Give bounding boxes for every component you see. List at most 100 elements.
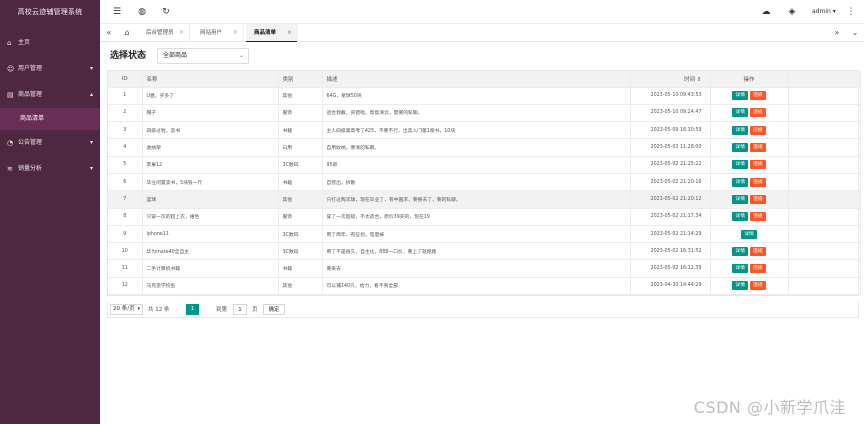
tabs-next-icon[interactable]: » (830, 24, 844, 42)
home-tab-icon[interactable]: ⌂ (120, 24, 134, 42)
column-header-id[interactable]: ID (108, 71, 143, 88)
tag-icon[interactable]: ◈ (785, 5, 799, 19)
page-1-button[interactable]: 1 (186, 304, 199, 315)
cell-empty (788, 121, 861, 140)
violation-button[interactable]: 违规 (750, 91, 766, 101)
sidebar-item-user-management[interactable]: ☺ 用户管理 ▾ (0, 56, 100, 82)
violation-button[interactable]: 违规 (750, 108, 766, 118)
table-row: 4 收纳架 日用 自用收纳，要清的私聊。 2023-05-03 11:28:00 详情 违规 (108, 138, 861, 157)
violation-button[interactable]: 违规 (750, 281, 766, 291)
app-root: 高校云迹辅管理系统 ⌂ 主页 ☺ 用户管理 ▾ ▤ 商品管理 ▴ 商品清单 ◔ … (0, 0, 864, 424)
cell-time: 2023-04-30 14:44:29 (630, 277, 711, 296)
detail-button[interactable]: 详情 (732, 91, 748, 101)
theme-icon[interactable]: ☁ (759, 5, 773, 19)
column-header-name[interactable]: 名称 (142, 71, 279, 88)
cell-id: 9 (108, 225, 143, 244)
detail-button[interactable]: 详情 (732, 246, 748, 256)
sidebar-item-home[interactable]: ⌂ 主页 (0, 30, 100, 56)
total-count: 共 12 条 (148, 307, 170, 313)
violation-button[interactable]: 违规 (750, 160, 766, 170)
violation-button[interactable]: 违规 (750, 246, 766, 256)
column-header-description[interactable]: 描述 (322, 71, 631, 88)
more-icon[interactable]: ⋮ (844, 5, 858, 19)
cell-description: 用了两年，有些划，电量掉 (322, 225, 631, 244)
next-page-button[interactable]: › (204, 302, 206, 318)
goto-confirm-button[interactable]: 确定 (263, 304, 285, 315)
detail-button[interactable]: 详情 (732, 108, 748, 118)
table-row: 9 iphone11 3C数码 用了两年，有些划，电量掉 2023-05-02 21:1… (108, 225, 861, 244)
tab-admin[interactable]: 后台管理员 × (138, 24, 190, 42)
user-menu[interactable]: admin ▾ (812, 0, 836, 24)
violation-button[interactable]: 违规 (750, 125, 766, 135)
table-header-row: ID 名称 类别 描述 时间 ⇕ 操作 (108, 71, 861, 88)
sidebar-item-goods-management[interactable]: ▤ 商品管理 ▴ (0, 82, 100, 108)
cell-empty (788, 156, 861, 174)
close-icon[interactable]: × (179, 24, 184, 42)
violation-button[interactable]: 违规 (750, 177, 766, 187)
goto-page-input[interactable]: 1 (233, 304, 247, 315)
cell-category: 3C数码 (278, 225, 323, 244)
cell-description: 自用收纳，要清的私聊。 (322, 138, 631, 157)
tabs-bar: « ⌂ 后台管理员 × 网站用户 × 商品清单 × » ⌄ (100, 24, 864, 42)
cell-category: 3C数码 (278, 156, 323, 174)
detail-button[interactable]: 详情 (732, 281, 748, 291)
user-name: admin (812, 8, 831, 15)
top-bar: ☰ ◍ ↻ ☁ ◈ admin ▾ ⋮ (100, 0, 864, 24)
cell-actions: 详情 违规 (710, 173, 789, 192)
detail-button[interactable]: 详情 (732, 264, 748, 274)
refresh-icon[interactable]: ↻ (159, 5, 173, 19)
violation-button[interactable]: 违规 (750, 264, 766, 274)
sidebar-item-sales-analysis[interactable]: ≋ 销量分析 ▾ (0, 156, 100, 182)
cell-empty (788, 138, 861, 157)
detail-button[interactable]: 详情 (732, 212, 748, 222)
cell-actions: 详情 违规 (710, 104, 789, 123)
column-header-actions: 操作 (710, 71, 789, 88)
column-header-time[interactable]: 时间 ⇕ (630, 71, 711, 88)
notice-icon: ◔ (7, 139, 14, 147)
violation-button[interactable]: 违规 (750, 212, 766, 222)
detail-button[interactable]: 详情 (732, 143, 748, 153)
chevron-down-icon: ▾ (89, 139, 93, 146)
sidebar-item-label: 商品管理 (18, 91, 43, 98)
column-header-category[interactable]: 类别 (278, 71, 323, 88)
cell-actions: 详情 违规 (710, 277, 789, 296)
detail-button[interactable]: 详情 (732, 125, 748, 135)
tab-goods-list[interactable]: 商品清单 × (246, 24, 298, 42)
cell-name: U盘，买多了 (142, 87, 279, 105)
tab-label: 网站用户 (200, 30, 223, 36)
table-row: 1 U盘，买多了 其他 64G，星球50块 2023-05-10 09:43:53 详情违… (108, 87, 861, 105)
detail-button[interactable]: 详情 (732, 177, 748, 187)
cell-empty (788, 208, 861, 226)
cell-actions: 详情 违规 (710, 242, 789, 261)
chevron-up-icon: ▴ (89, 91, 93, 98)
cell-empty (788, 259, 861, 278)
cell-name: 篮球 (142, 190, 279, 209)
tab-site-users[interactable]: 网站用户 × (192, 24, 244, 42)
page-size-select[interactable]: 20 条/页 ▾ (110, 304, 143, 315)
detail-button[interactable]: 详情 (741, 229, 757, 239)
prev-page-button[interactable]: ‹ (176, 302, 178, 318)
violation-button[interactable]: 违规 (750, 143, 766, 153)
cell-empty (788, 87, 861, 105)
chevron-down-icon: ▾ (89, 165, 93, 172)
table-row: 10 华为mate40全自主 3C数码 用了不是很久，自主化，888一口价，要上了就跑… (108, 242, 861, 261)
globe-icon[interactable]: ◍ (135, 5, 149, 19)
tabs-expand-icon[interactable]: ⌄ (848, 24, 862, 42)
table-row: 11 二手计算机书籍 书籍 要来去 2023-05-02 16:12:39 详情 违规 (108, 259, 861, 278)
tab-label: 商品清单 (254, 30, 277, 36)
violation-button[interactable]: 违规 (750, 194, 766, 204)
main-content: 选择状态 全部商品 ⌄ ID 名称 类别 描述 时间 ⇕ 操作 1 U盘，买多了… (100, 42, 864, 424)
cell-empty (788, 173, 861, 192)
menu-toggle-icon[interactable]: ☰ (110, 5, 124, 19)
cell-actions: 详情 违规 (710, 87, 789, 105)
app-title: 高校云迹辅管理系统 (17, 8, 83, 16)
sidebar-item-notice-management[interactable]: ◔ 公告管理 ▾ (0, 130, 100, 156)
tabs-prev-icon[interactable]: « (102, 24, 116, 42)
status-select[interactable]: 全部商品 ⌄ (157, 48, 249, 64)
sidebar-item-goods-list[interactable]: 商品清单 (0, 108, 100, 130)
cell-actions: 详情 违规 (710, 156, 789, 174)
detail-button[interactable]: 详情 (732, 194, 748, 204)
detail-button[interactable]: 详情 (732, 160, 748, 170)
close-icon[interactable]: × (287, 24, 292, 42)
close-icon[interactable]: × (233, 24, 238, 42)
